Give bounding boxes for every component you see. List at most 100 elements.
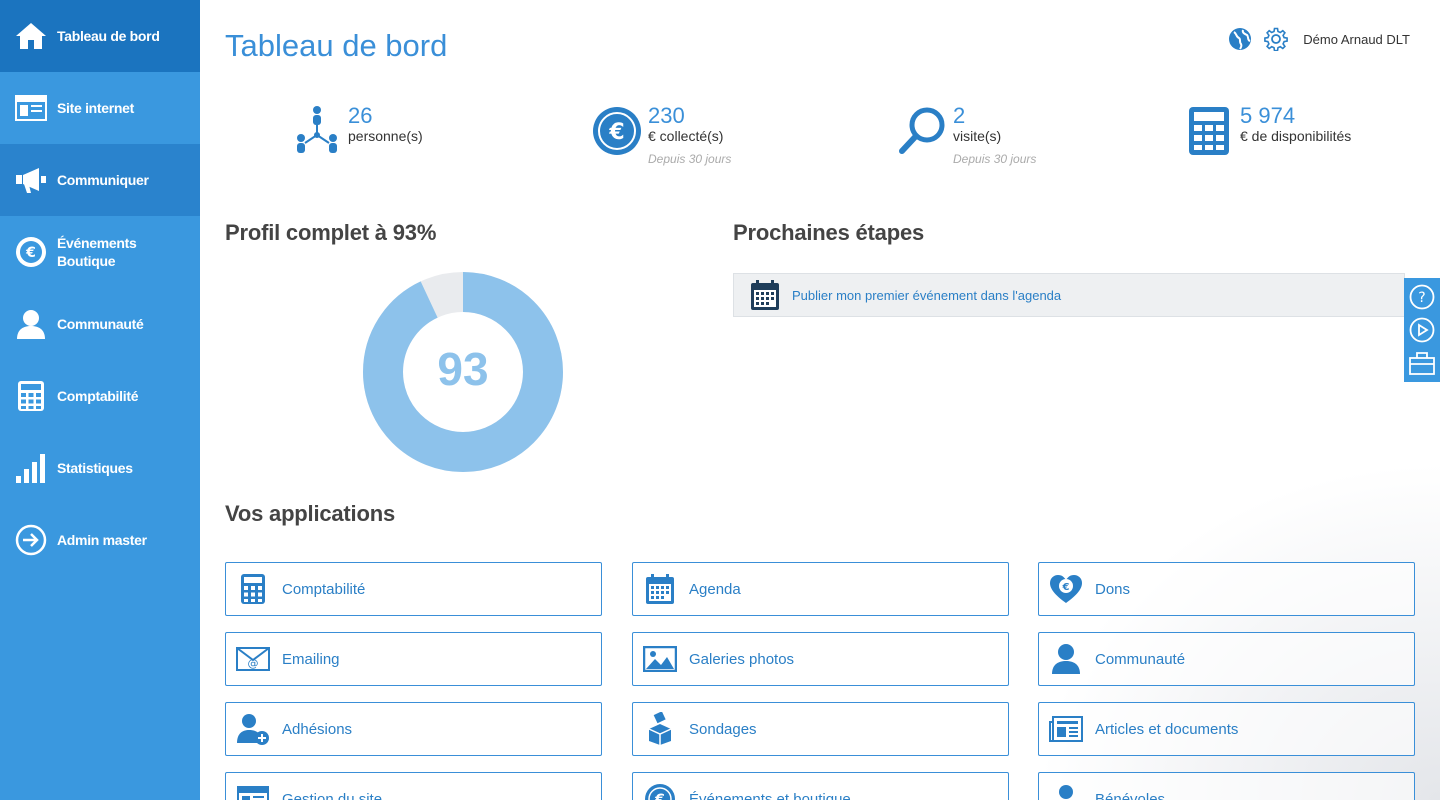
app-agenda[interactable]: Agenda — [632, 562, 1009, 616]
arrow-circle-icon — [14, 523, 48, 557]
app-label: Bénévoles — [1095, 790, 1166, 800]
app-benevoles[interactable]: Bénévoles — [1038, 772, 1415, 800]
app-label: Articles et documents — [1095, 720, 1239, 738]
app-galeries-photos[interactable]: Galeries photos — [632, 632, 1009, 686]
sidebar-item-tableau-de-bord[interactable]: Tableau de bord — [0, 0, 200, 72]
app-adhesions[interactable]: Adhésions — [225, 702, 602, 756]
newspaper-icon — [1049, 712, 1083, 746]
help-icon[interactable]: ? — [1408, 283, 1436, 311]
sidebar-item-communiquer[interactable]: Communiquer — [0, 144, 200, 216]
top-bar: Démo Arnaud DLT — [1217, 26, 1410, 52]
svg-text:€: € — [25, 245, 36, 261]
envelope-icon: @ — [236, 642, 270, 676]
stat-value: 26 — [348, 103, 373, 128]
add-user-icon — [236, 712, 270, 746]
svg-text:€: € — [608, 120, 624, 145]
magnifier-icon — [895, 104, 949, 158]
stat-visites: 2 visite(s) Depuis 30 jours — [895, 104, 1036, 166]
app-label: Agenda — [689, 580, 741, 598]
app-communaute[interactable]: Communauté — [1038, 632, 1415, 686]
photo-icon — [643, 642, 677, 676]
sidebar: Tableau de bord Site internet Communique… — [0, 0, 200, 800]
calculator-icon — [14, 379, 48, 413]
app-comptabilite[interactable]: Comptabilité — [225, 562, 602, 616]
sidebar-item-communaute[interactable]: Communauté — [0, 288, 200, 360]
sidebar-item-comptabilite[interactable]: Comptabilité — [0, 360, 200, 432]
main-content: Tableau de bord Démo Arnaud DLT 26 perso… — [200, 0, 1440, 800]
calculator-icon — [1182, 104, 1236, 158]
app-evenements-boutique[interactable]: € Événements et boutique — [632, 772, 1009, 800]
website-icon — [236, 782, 270, 800]
side-toolbar: ? — [1404, 278, 1440, 382]
app-label: Adhésions — [282, 720, 353, 738]
euro-icon: € — [14, 235, 48, 269]
svg-text:€: € — [654, 792, 665, 800]
sidebar-item-label: Tableau de bord — [57, 28, 160, 44]
stat-label: € de disponibilités — [1240, 128, 1352, 144]
stat-label: € collecté(s) — [648, 128, 724, 144]
profile-percent: 93 — [437, 343, 489, 395]
stat-period: Depuis 30 jours — [648, 152, 732, 166]
stat-value: 2 — [953, 103, 966, 128]
euro-icon: € — [590, 104, 644, 158]
app-label: Comptabilité — [282, 580, 366, 598]
sidebar-item-label: Communiquer — [57, 172, 149, 188]
stat-value: 230 — [648, 103, 685, 128]
sidebar-item-site-internet[interactable]: Site internet — [0, 72, 200, 144]
app-articles-documents[interactable]: Articles et documents — [1038, 702, 1415, 756]
play-icon[interactable] — [1408, 316, 1436, 344]
gear-icon[interactable] — [1263, 26, 1289, 52]
svg-text:?: ? — [1418, 290, 1425, 306]
next-steps-title: Prochaines étapes — [733, 220, 925, 245]
sidebar-item-admin-master[interactable]: Admin master — [0, 504, 200, 576]
user-icon — [1049, 642, 1083, 676]
people-network-icon — [290, 104, 344, 158]
calculator-icon — [236, 572, 270, 606]
sidebar-item-label: Statistiques — [57, 460, 133, 476]
stat-label: personne(s) — [348, 128, 423, 144]
profile-title: Profil complet à 93% — [225, 220, 437, 245]
user-menu[interactable]: Démo Arnaud DLT — [1303, 32, 1410, 47]
heart-euro-icon: € — [1049, 572, 1083, 606]
calendar-icon — [750, 279, 780, 311]
app-emailing[interactable]: @ Emailing — [225, 632, 602, 686]
app-label: Sondages — [689, 720, 757, 738]
volunteer-icon — [1049, 782, 1083, 800]
app-label: Communauté — [1095, 650, 1186, 668]
toolbox-icon[interactable] — [1408, 349, 1436, 377]
stat-personnes: 26 personne(s) — [290, 104, 423, 158]
sidebar-item-evenements-boutique[interactable]: € Événements Boutique — [0, 216, 200, 288]
sidebar-item-label: Site internet — [57, 100, 135, 116]
app-label: Dons — [1095, 580, 1131, 598]
ballot-box-icon — [643, 712, 677, 746]
stat-value: 5 974 — [1240, 103, 1296, 128]
app-label: Galeries photos — [689, 650, 795, 668]
page-title: Tableau de bord — [225, 28, 448, 63]
app-dons[interactable]: € Dons — [1038, 562, 1415, 616]
sidebar-item-statistiques[interactable]: Statistiques — [0, 432, 200, 504]
home-icon — [14, 19, 48, 53]
stat-collectes: € 230 € collecté(s) Depuis 30 jours — [590, 104, 731, 166]
next-step-item[interactable]: Publier mon premier événement dans l'age… — [733, 273, 1405, 317]
stat-period: Depuis 30 jours — [953, 152, 1037, 166]
euro-icon: € — [643, 782, 677, 800]
app-sondages[interactable]: Sondages — [632, 702, 1009, 756]
stat-label: visite(s) — [953, 128, 1002, 144]
app-label: Emailing — [282, 650, 340, 668]
globe-icon[interactable] — [1227, 26, 1253, 52]
app-gestion-du-site[interactable]: Gestion du site — [225, 772, 602, 800]
megaphone-icon — [14, 163, 48, 197]
app-label: Gestion du site — [282, 790, 383, 800]
sidebar-item-label: Événements Boutique — [57, 235, 137, 269]
svg-text:@: @ — [248, 657, 259, 670]
sidebar-item-label: Communauté — [57, 316, 144, 332]
apps-title: Vos applications — [225, 501, 395, 526]
next-step-label: Publier mon premier événement dans l'age… — [792, 287, 1062, 303]
bar-chart-icon — [14, 451, 48, 485]
website-icon — [14, 91, 48, 125]
svg-text:€: € — [1062, 582, 1070, 593]
app-label: Événements et boutique — [689, 790, 851, 800]
calendar-icon — [643, 572, 677, 606]
sidebar-item-label: Admin master — [57, 532, 147, 548]
sidebar-item-label: Comptabilité — [57, 388, 139, 404]
